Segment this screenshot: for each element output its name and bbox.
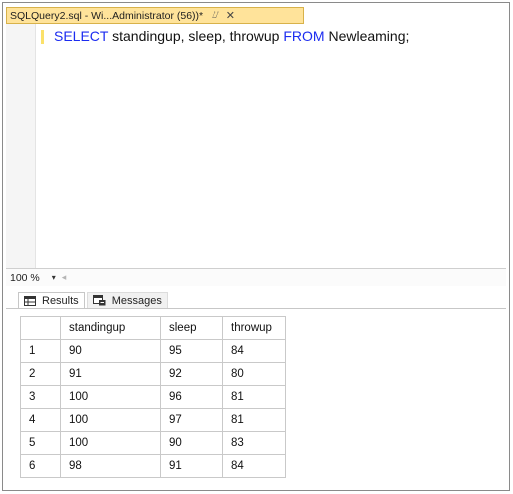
keyword-select: SELECT [54, 28, 109, 44]
column-header-standingup[interactable]: standingup [60, 316, 161, 340]
cell-sleep[interactable]: 92 [160, 362, 223, 386]
cell-throwup[interactable]: 81 [222, 385, 286, 409]
query-columns: standingup, sleep, throwup [108, 28, 284, 44]
cell-standingup[interactable]: 100 [60, 408, 161, 432]
row-number[interactable]: 3 [20, 385, 61, 409]
cell-sleep[interactable]: 91 [160, 454, 223, 478]
cell-sleep[interactable]: 96 [160, 385, 223, 409]
query-editor[interactable]: SELECT standingup, sleep, throwup FROM N… [6, 24, 506, 268]
zoom-level[interactable]: 100 % [10, 272, 40, 284]
cell-throwup[interactable]: 84 [222, 339, 286, 363]
table-row[interactable]: 6 98 91 84 [20, 454, 286, 478]
cell-throwup[interactable]: 81 [222, 408, 286, 432]
row-number[interactable]: 1 [20, 339, 61, 363]
table-row[interactable]: 3 100 96 81 [20, 385, 286, 409]
close-icon[interactable]: ✕ [226, 9, 235, 22]
document-tab-title: SQLQuery2.sql - Wi...Administrator (56))… [10, 9, 204, 22]
tab-messages[interactable]: Messages [86, 292, 168, 308]
row-number[interactable]: 5 [20, 431, 61, 455]
row-number[interactable]: 6 [20, 454, 61, 478]
tab-results-label: Results [42, 294, 79, 307]
pin-icon[interactable]: ⌰ [212, 10, 219, 21]
cell-sleep[interactable]: 95 [160, 339, 223, 363]
tab-messages-label: Messages [111, 294, 162, 307]
editor-status-strip: 100 % ▾ ◂ [6, 268, 506, 286]
results-pane: standingup sleep throwup 1 90 95 84 2 91… [6, 308, 506, 489]
tab-results[interactable]: Results [18, 292, 85, 308]
results-grid[interactable]: standingup sleep throwup 1 90 95 84 2 91… [20, 316, 286, 478]
document-tab[interactable]: SQLQuery2.sql - Wi...Administrator (56))… [6, 7, 304, 24]
cell-throwup[interactable]: 84 [222, 454, 286, 478]
table-row[interactable]: 2 91 92 80 [20, 362, 286, 386]
row-number[interactable]: 4 [20, 408, 61, 432]
cell-sleep[interactable]: 97 [160, 408, 223, 432]
query-table: Newleaming; [324, 28, 410, 44]
messages-icon [92, 295, 106, 306]
table-row[interactable]: 1 90 95 84 [20, 339, 286, 363]
cell-standingup[interactable]: 90 [60, 339, 161, 363]
cell-sleep[interactable]: 90 [160, 431, 223, 455]
query-line[interactable]: SELECT standingup, sleep, throwup FROM N… [54, 28, 409, 44]
column-header-sleep[interactable]: sleep [160, 316, 223, 340]
table-row[interactable]: 5 100 90 83 [20, 431, 286, 455]
table-row[interactable]: 4 100 97 81 [20, 408, 286, 432]
grid-icon [24, 295, 36, 306]
grid-corner-cell[interactable] [20, 316, 61, 340]
cell-throwup[interactable]: 83 [222, 431, 286, 455]
row-number[interactable]: 2 [20, 362, 61, 386]
scroll-left-icon[interactable]: ◂ [62, 272, 67, 283]
column-header-throwup[interactable]: throwup [222, 316, 286, 340]
change-marker [41, 30, 44, 44]
cell-standingup[interactable]: 100 [60, 431, 161, 455]
cell-throwup[interactable]: 80 [222, 362, 286, 386]
results-tab-strip: Results Messages [18, 290, 168, 308]
grid-header-row: standingup sleep throwup [20, 316, 286, 340]
zoom-dropdown-icon[interactable]: ▾ [52, 273, 56, 282]
cell-standingup[interactable]: 91 [60, 362, 161, 386]
cell-standingup[interactable]: 98 [60, 454, 161, 478]
keyword-from: FROM [283, 28, 325, 44]
cell-standingup[interactable]: 100 [60, 385, 161, 409]
editor-gutter [6, 24, 36, 268]
